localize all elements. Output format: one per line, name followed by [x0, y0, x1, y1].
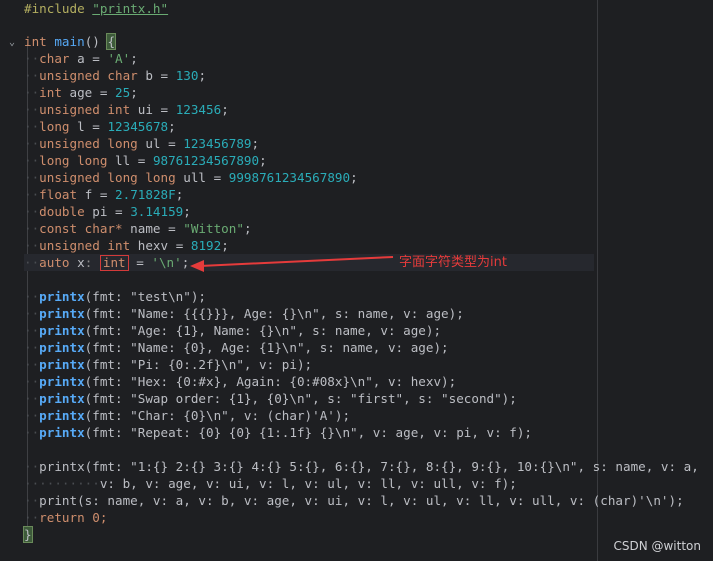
annotation-text: 字面字符类型为int [399, 255, 507, 270]
watermark: CSDN @witton [613, 539, 701, 553]
code-editor[interactable]: ⌄ #include "printx.h" int main() { ··cha… [0, 0, 713, 561]
annotation-arrow [190, 256, 394, 272]
